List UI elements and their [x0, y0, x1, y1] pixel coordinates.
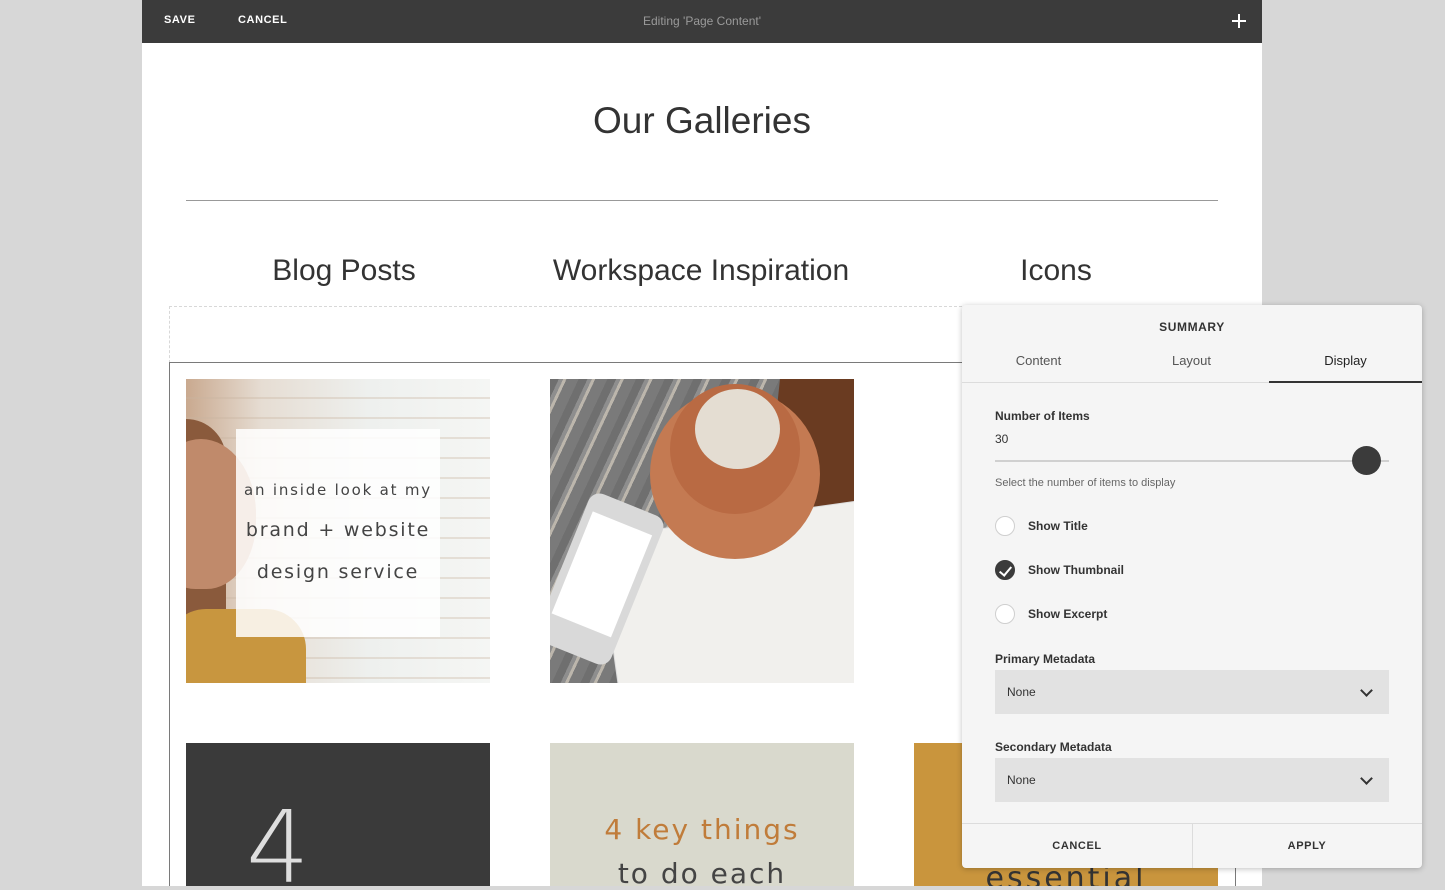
- show-thumbnail-label: Show Thumbnail: [1028, 563, 1124, 577]
- secondary-metadata-value: None: [1007, 773, 1036, 787]
- workspace-thumbnail[interactable]: [550, 379, 854, 683]
- blog-post-thumbnail[interactable]: 4: [186, 743, 490, 886]
- chevron-down-icon: [1360, 684, 1373, 697]
- column-title-workspace-inspiration: Workspace Inspiration: [552, 254, 850, 287]
- number-of-items-label: Number of Items: [995, 409, 1090, 423]
- radio-unchecked-icon[interactable]: [995, 604, 1015, 624]
- tab-display[interactable]: Display: [1269, 353, 1422, 368]
- tab-layout[interactable]: Layout: [1115, 353, 1268, 368]
- primary-metadata-label: Primary Metadata: [995, 652, 1096, 666]
- chevron-down-icon: [1360, 772, 1373, 785]
- show-title-label: Show Title: [1028, 519, 1088, 533]
- secondary-metadata-label: Secondary Metadata: [995, 740, 1112, 754]
- thumbnail-text-line: design service: [256, 561, 420, 583]
- panel-apply-button[interactable]: APPLY: [1192, 840, 1422, 852]
- thumbnail-number: 4: [246, 789, 310, 886]
- thumbnail-text-line: to do each: [617, 857, 787, 886]
- editor-toolbar: SAVE CANCEL Editing 'Page Content': [142, 0, 1262, 43]
- thumbnail-text-line: brand + website: [245, 519, 431, 541]
- column-title-blog-posts: Blog Posts: [272, 254, 416, 287]
- number-of-items-help: Select the number of items to display: [995, 477, 1176, 489]
- secondary-metadata-select[interactable]: None: [995, 758, 1389, 802]
- checkmark-icon[interactable]: [995, 560, 1015, 580]
- tab-content[interactable]: Content: [962, 353, 1115, 368]
- thumbnail-text-line: an inside look at my: [244, 481, 432, 499]
- summary-settings-panel: SUMMARY Content Layout Display Number of…: [962, 305, 1422, 868]
- panel-title: SUMMARY: [1159, 320, 1225, 334]
- show-excerpt-label: Show Excerpt: [1028, 607, 1108, 621]
- plus-icon[interactable]: [1230, 12, 1248, 30]
- page-title: Our Galleries: [593, 100, 811, 141]
- slider-handle[interactable]: [1352, 446, 1381, 475]
- divider-line: [186, 200, 1218, 201]
- number-of-items-value: 30: [995, 432, 1009, 446]
- radio-unchecked-icon[interactable]: [995, 516, 1015, 536]
- number-of-items-slider[interactable]: [995, 460, 1389, 462]
- editing-status: Editing 'Page Content': [643, 14, 761, 28]
- primary-metadata-select[interactable]: None: [995, 670, 1389, 714]
- blog-post-thumbnail[interactable]: an inside look at my brand + website des…: [186, 379, 490, 683]
- panel-cancel-button[interactable]: CANCEL: [962, 840, 1192, 852]
- active-tab-indicator: [1269, 381, 1422, 383]
- workspace-thumbnail[interactable]: 4 key things to do each: [550, 743, 854, 886]
- column-title-icons: Icons: [1020, 254, 1092, 287]
- primary-metadata-value: None: [1007, 685, 1036, 699]
- thumbnail-text-line: 4 key things: [604, 813, 800, 846]
